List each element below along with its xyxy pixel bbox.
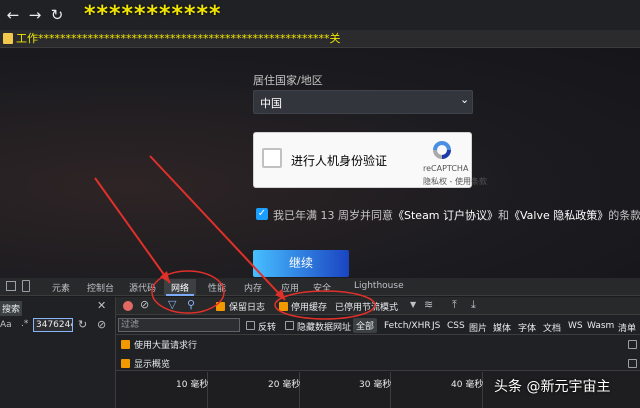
hide-data-urls-label: 隐藏数据网址 — [297, 323, 352, 333]
big-rows-checkbox[interactable] — [121, 340, 130, 349]
country-value: 中国 — [260, 97, 282, 110]
record-icon[interactable] — [123, 301, 133, 311]
device-toggle-icon[interactable] — [22, 280, 30, 292]
search-input[interactable]: 34762443 — [33, 318, 73, 332]
type-filter-media[interactable]: 媒体 — [493, 321, 511, 334]
type-filter-ws[interactable]: WS — [568, 321, 583, 331]
throttling-select[interactable]: 已停用节流模式 — [335, 300, 398, 313]
forward-arrow-icon[interactable]: → — [26, 5, 44, 25]
recaptcha-label: 进行人机身份验证 — [291, 154, 388, 168]
timeline-tick: 10 毫秒 — [176, 380, 209, 390]
group-by-frame-checkbox[interactable] — [628, 340, 637, 349]
refresh-icon[interactable]: ↻ — [78, 318, 87, 331]
timeline-tick: 30 毫秒 — [359, 380, 392, 390]
type-filter-css[interactable]: CSS — [447, 321, 465, 331]
big-rows-label: 使用大量请求行 — [134, 341, 198, 351]
type-filter-manifest[interactable]: 清单 — [618, 321, 636, 334]
agree-suffix: 的条款。 — [608, 209, 640, 222]
timeline-tick: 40 毫秒 — [451, 380, 484, 390]
preserve-log-checkbox[interactable] — [216, 302, 225, 311]
type-filter-font[interactable]: 字体 — [518, 321, 536, 334]
timeline-tick: 20 毫秒 — [268, 380, 301, 390]
privacy-policy-link[interactable]: 《Valve 隐私政策》 — [509, 209, 608, 222]
tab-application[interactable]: 应用 — [281, 281, 299, 294]
clear-icon[interactable]: ⊘ — [97, 318, 106, 331]
close-icon[interactable]: ✕ — [97, 299, 106, 312]
type-filter-fetch[interactable]: Fetch/XHR — [384, 321, 431, 331]
invert-label: 反转 — [258, 323, 277, 333]
tab-performance[interactable]: 性能 — [208, 281, 226, 294]
type-filter-wasm[interactable]: Wasm — [587, 321, 614, 331]
overview-checkbox[interactable] — [121, 359, 130, 368]
tab-elements[interactable]: 元素 — [52, 281, 70, 294]
country-label: 居住国家/地区 — [253, 74, 323, 87]
country-select[interactable] — [253, 90, 473, 114]
type-filter-js[interactable]: JS — [432, 321, 440, 331]
download-icon[interactable]: ⤓ — [471, 298, 476, 312]
clear-log-icon[interactable]: ⊘ — [140, 298, 149, 311]
tab-console[interactable]: 控制台 — [87, 281, 114, 294]
tab-lighthouse[interactable]: Lighthouse — [354, 281, 404, 291]
agree-prefix: 我已年满 13 周岁并同意 — [273, 209, 393, 222]
back-arrow-icon[interactable]: ← — [4, 5, 22, 25]
chevron-down-icon: ▼ — [410, 300, 417, 309]
watermark: 头条 @新元宇宙主 — [494, 379, 611, 395]
search-panel-title[interactable]: 搜索 — [0, 301, 23, 316]
type-filter-all[interactable]: 全部 — [353, 318, 378, 333]
invert-checkbox[interactable] — [246, 321, 255, 330]
type-filter-img[interactable]: 图片 — [469, 321, 487, 334]
disable-cache-label: 停用缓存 — [291, 303, 328, 313]
preserve-log-label: 保留日志 — [229, 303, 266, 313]
filter-icon[interactable]: ▽ — [168, 298, 176, 311]
type-filter-doc[interactable]: 文档 — [543, 321, 561, 334]
recaptcha-brand: reCAPTCHA — [423, 164, 469, 173]
recaptcha-checkbox[interactable] — [262, 148, 282, 168]
overview-label: 显示概览 — [134, 360, 171, 370]
address-bar[interactable]: *********** — [84, 3, 222, 27]
continue-button[interactable]: 继续 — [253, 250, 349, 277]
bookmark-items[interactable]: 工作**************************************… — [16, 31, 636, 47]
recaptcha-logo-icon — [433, 141, 451, 159]
regex-toggle[interactable]: .* — [21, 319, 28, 329]
hide-data-urls-checkbox[interactable] — [285, 321, 294, 330]
disable-cache-checkbox[interactable] — [279, 302, 288, 311]
active-tab-indicator — [166, 294, 194, 296]
subscriber-agreement-link[interactable]: 《Steam 订户协议》 — [393, 209, 498, 222]
screenshots-checkbox[interactable] — [628, 359, 637, 368]
tab-sources[interactable]: 源代码 — [129, 281, 156, 294]
tab-network[interactable]: 网络 — [171, 281, 189, 294]
inspect-icon[interactable] — [6, 281, 16, 291]
match-case-toggle[interactable]: Aa — [0, 320, 12, 330]
agree-text: 我已年满 13 周岁并同意《Steam 订户协议》和《Valve 隐私政策》的条… — [273, 207, 640, 223]
filter-input[interactable]: 过滤 — [118, 318, 240, 332]
agree-middle: 和 — [498, 209, 510, 222]
tab-security[interactable]: 安全 — [313, 281, 331, 294]
recaptcha-links[interactable]: 隐私权 - 使用条款 — [423, 176, 487, 187]
search-icon[interactable]: ⚲ — [187, 298, 195, 311]
agree-checkbox[interactable]: ✓ — [256, 208, 268, 220]
folder-icon[interactable] — [3, 33, 13, 44]
reload-icon[interactable]: ↻ — [48, 5, 66, 25]
tab-memory[interactable]: 内存 — [244, 281, 262, 294]
upload-icon[interactable]: ⤒ — [452, 298, 457, 312]
network-conditions-icon[interactable]: ≋ — [424, 298, 433, 311]
chevron-down-icon: ⌄ — [460, 93, 470, 106]
